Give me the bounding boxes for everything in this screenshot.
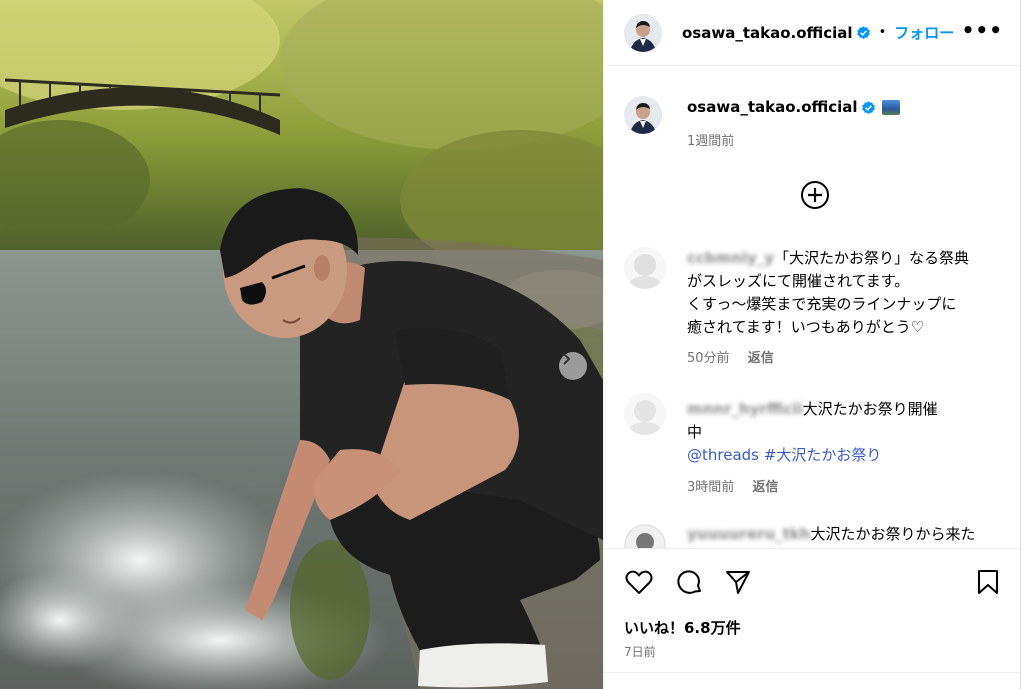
avatar-image — [624, 96, 662, 134]
comment-text-line: 癒されてます！いつもありがとう♡ — [687, 318, 925, 336]
comment-icon[interactable] — [674, 567, 704, 597]
reply-button[interactable]: 返信 — [752, 480, 778, 495]
landscape-emoji-icon — [881, 100, 900, 115]
comment-text-line: 「大沢たかお祭り」なる祭典 — [774, 249, 970, 267]
carousel-next-button[interactable] — [559, 352, 587, 380]
commenter-avatar[interactable] — [624, 393, 666, 435]
commenter-avatar[interactable] — [624, 247, 666, 289]
plus-circle-icon[interactable] — [800, 180, 830, 210]
comment-item: yuuuureru_tkh大沢たかお祭りから来た — [624, 522, 1009, 548]
share-icon[interactable] — [723, 567, 753, 597]
post-header: osawa_takao.official • フォロー ••• — [604, 0, 1021, 66]
follow-button[interactable]: フォロー — [894, 22, 954, 43]
commenter-username[interactable]: yuuuureru_tkh — [687, 525, 810, 543]
action-bar — [604, 562, 1021, 602]
verified-badge-icon — [861, 101, 875, 114]
reply-button[interactable]: 返信 — [748, 351, 774, 366]
section-divider — [604, 548, 1021, 549]
blurred-avatar-image — [624, 247, 666, 289]
separator-dot: • — [878, 25, 887, 40]
comment-text-line: くすっ〜爆笑まで充実のラインナップに — [687, 295, 957, 313]
comment-timestamp: 3時間前 — [687, 480, 735, 495]
like-count[interactable]: いいね！6.8万件 — [624, 617, 741, 638]
avatar-image — [624, 524, 666, 548]
heart-icon[interactable] — [624, 567, 654, 597]
author-avatar[interactable] — [624, 13, 662, 52]
section-divider — [604, 672, 1021, 673]
author-username[interactable]: osawa_takao.official — [682, 24, 853, 42]
comment-timestamp: 50分前 — [687, 351, 730, 366]
comment-text-line: 大沢たかお祭りから来た — [810, 525, 976, 543]
post-date: 7日前 — [624, 645, 656, 659]
comment-text-line: 大沢たかお祭り開催 — [802, 400, 938, 418]
caption-username[interactable]: osawa_takao.official — [687, 98, 858, 116]
mention-link[interactable]: @threads — [687, 446, 759, 464]
post-photo[interactable] — [0, 0, 603, 689]
comment-text-line: 中 — [687, 423, 703, 441]
photo-scene — [0, 0, 603, 689]
verified-badge-icon — [856, 26, 870, 39]
bookmark-icon[interactable] — [973, 567, 1003, 597]
window-edge — [1020, 0, 1024, 689]
blurred-avatar-image — [624, 393, 666, 435]
post-side-panel: osawa_takao.official • フォロー ••• osawa_ta… — [603, 0, 1021, 689]
caption-author-avatar[interactable] — [624, 96, 662, 134]
commenter-avatar[interactable] — [624, 524, 666, 548]
commenter-username[interactable]: mnnr_hyrfficii — [687, 400, 803, 418]
hashtag-link[interactable]: #大沢たかお祭り — [764, 446, 882, 464]
commenter-username[interactable]: ccbmniy_y — [687, 249, 774, 267]
comment-text-line: がスレッズにて開催されてます。 — [687, 272, 910, 290]
post-caption: osawa_takao.official 1週間前 — [624, 96, 1004, 149]
more-options-icon[interactable]: ••• — [962, 18, 1003, 42]
chevron-right-icon — [563, 353, 571, 365]
caption-timestamp: 1週間前 — [687, 134, 735, 149]
avatar-image — [624, 13, 662, 52]
